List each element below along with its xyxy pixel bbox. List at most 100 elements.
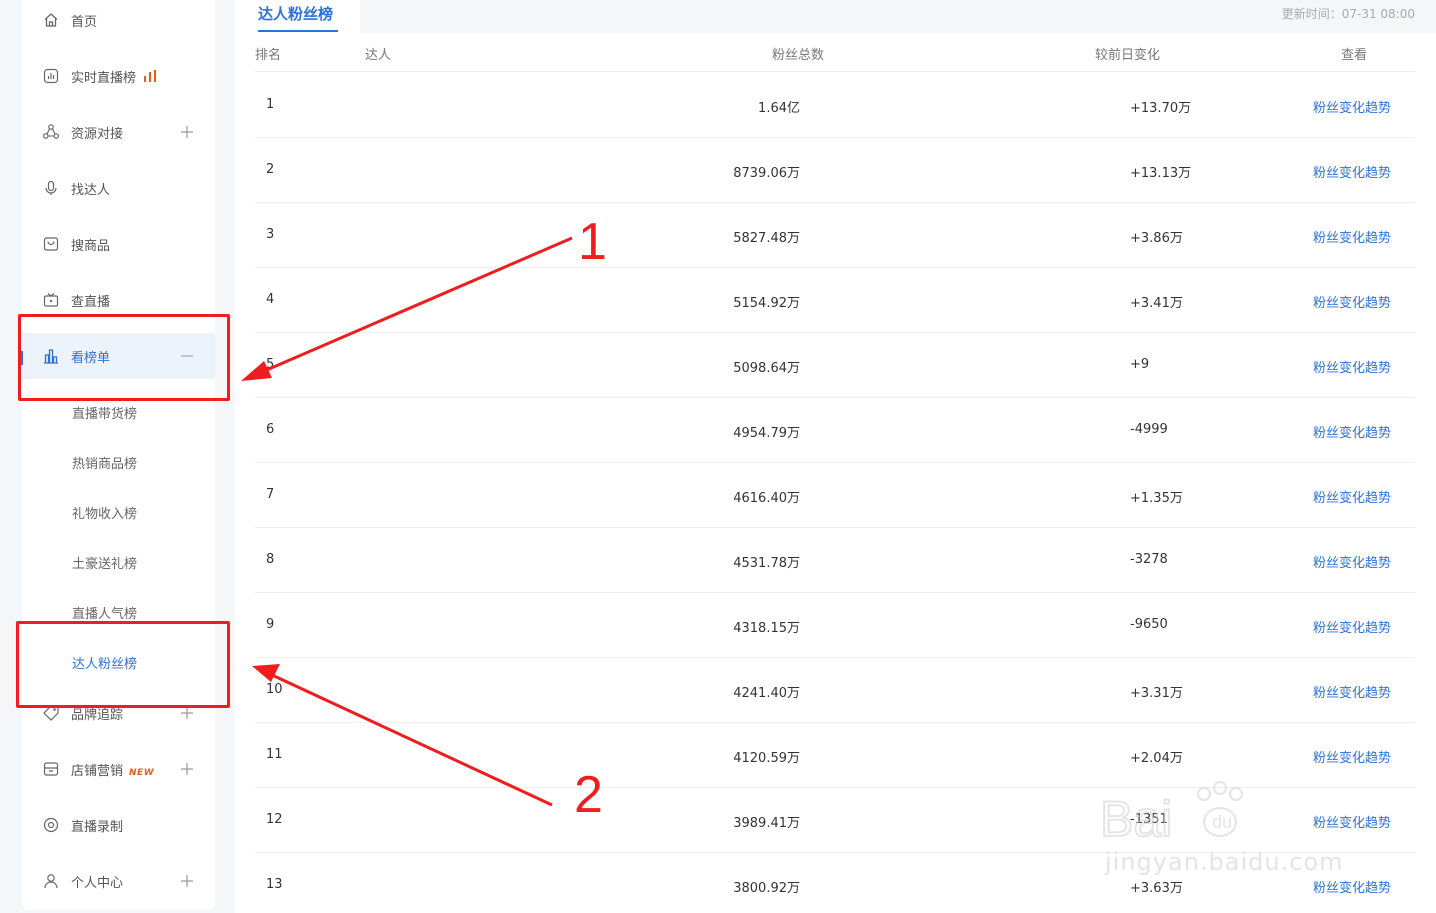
record-icon (42, 816, 60, 834)
sub-item-hot-products[interactable]: 热销商品榜 (72, 453, 137, 472)
user-icon (42, 872, 60, 890)
network-icon (42, 123, 60, 141)
rank-cell: 12 (266, 812, 283, 827)
fans-trend-link[interactable]: 粉丝变化趋势 (1313, 617, 1391, 636)
rank-cell: 10 (266, 682, 283, 697)
rank-cell: 7 (266, 487, 275, 502)
sidebar-item-label: 资源对接 (71, 126, 124, 142)
annotation-number-2: 2 (574, 766, 603, 824)
sub-item-top-gifters[interactable]: 土豪送礼榜 (72, 553, 137, 572)
rank-cell: 8 (266, 552, 275, 567)
fans-trend-link[interactable]: 粉丝变化趋势 (1313, 97, 1391, 116)
expand-plus-icon[interactable] (180, 762, 194, 776)
tab-creator-fans[interactable]: 达人粉丝榜 (235, 0, 360, 33)
fans-value: 4616.40万 (733, 491, 801, 506)
table-row: 4 5154.92万 +3.41万 粉丝变化趋势 (255, 268, 1415, 333)
rank-cell: 11 (266, 747, 283, 762)
annotation-number-1: 1 (578, 213, 607, 271)
table-row: 2 8739.06万 +13.13万 粉丝变化趋势 (255, 138, 1415, 203)
fans-value: 4241.40万 (733, 686, 801, 701)
table-row: 3 5827.48万 +3.86万 粉丝变化趋势 (255, 203, 1415, 268)
sidebar-item-label: 店铺营销 NEW (71, 763, 155, 779)
rank-cell: 4 (266, 292, 275, 307)
highlight-box-creator-fans (16, 621, 230, 708)
table-row: 9 4318.15万 -9650 粉丝变化趋势 (255, 593, 1415, 658)
sidebar-item-label: 找达人 (71, 182, 111, 198)
rank-cell: 13 (266, 877, 283, 892)
tv-icon (42, 291, 60, 309)
rank-cell: 9 (266, 617, 275, 632)
fans-value: 8739.06万 (733, 166, 801, 181)
fans-value: 1.64亿 (758, 101, 801, 116)
sub-item-live-popularity[interactable]: 直播人气榜 (72, 603, 137, 622)
fans-value: 5154.92万 (733, 296, 801, 311)
table-row: 7 4616.40万 +1.35万 粉丝变化趋势 (255, 463, 1415, 528)
expand-plus-icon[interactable] (180, 874, 194, 888)
baidu-watermark-logo: Bai du (1100, 781, 1243, 848)
app-root: 首页 实时直播榜 资源对接 找达人 搜商品 查直播 看榜单 直播带货榜 热销商品… (0, 0, 1436, 913)
column-header-fans: 粉丝总数 (772, 48, 825, 63)
fans-value: 3800.92万 (733, 881, 801, 896)
table-row: 10 4241.40万 +3.31万 粉丝变化趋势 (255, 658, 1415, 723)
sidebar: 首页 实时直播榜 资源对接 找达人 搜商品 查直播 看榜单 直播带货榜 热销商品… (20, 0, 215, 910)
fans-trend-link[interactable]: 粉丝变化趋势 (1313, 487, 1391, 506)
sub-item-live-sales[interactable]: 直播带货榜 (72, 403, 137, 422)
bag-icon (42, 235, 60, 253)
sidebar-item-home[interactable]: 首页 (22, 0, 215, 43)
sidebar-item-resources[interactable]: 资源对接 (22, 109, 215, 155)
fans-trend-link[interactable]: 粉丝变化趋势 (1313, 357, 1391, 376)
rank-cell: 6 (266, 422, 275, 437)
fans-trend-link[interactable]: 粉丝变化趋势 (1313, 162, 1391, 181)
sidebar-item-live-rank[interactable]: 实时直播榜 (22, 53, 215, 99)
fans-value: 3989.41万 (733, 816, 801, 831)
column-header-creator: 达人 (365, 48, 392, 63)
expand-plus-icon[interactable] (180, 706, 194, 720)
column-header-change: 较前日变化 (1095, 48, 1161, 63)
watermark-logo-text: Bai (1100, 791, 1172, 847)
fans-value: 5098.64万 (733, 361, 801, 376)
sidebar-item-label: 搜商品 (71, 238, 111, 254)
main-panel: 达人粉丝榜 更新时间：07-31 08:00 排名 达人 粉丝总数 较前日变化 … (235, 0, 1436, 913)
svg-text:du: du (1212, 812, 1232, 832)
sidebar-item-label: 查直播 (71, 294, 111, 310)
sidebar-item-find-creator[interactable]: 找达人 (22, 165, 215, 211)
microphone-icon (42, 179, 60, 197)
sidebar-item-live-recording[interactable]: 直播录制 (22, 802, 215, 848)
fans-value: 5827.48万 (733, 231, 801, 246)
fans-value: 4120.59万 (733, 751, 801, 766)
live-bars-icon (144, 69, 157, 82)
fans-trend-link[interactable]: 粉丝变化趋势 (1313, 552, 1391, 571)
table-row: 8 4531.78万 -3278 粉丝变化趋势 (255, 528, 1415, 593)
table-row: 1 1.64亿 +13.70万 粉丝变化趋势 (255, 73, 1415, 138)
table-row: 6 4954.79万 -4999 粉丝变化趋势 (255, 398, 1415, 463)
rank-cell: 1 (266, 97, 275, 112)
sidebar-item-personal-center[interactable]: 个人中心 (22, 858, 215, 904)
fans-trend-link[interactable]: 粉丝变化趋势 (1313, 292, 1391, 311)
fans-trend-link[interactable]: 粉丝变化趋势 (1313, 682, 1391, 701)
fans-trend-link[interactable]: 粉丝变化趋势 (1313, 422, 1391, 441)
store-icon (42, 760, 60, 778)
table-header: 排名 达人 粉丝总数 较前日变化 查看 (255, 38, 1415, 72)
fans-value: 4531.78万 (733, 556, 801, 571)
fans-trend-link[interactable]: 粉丝变化趋势 (1313, 227, 1391, 246)
table-row: 5 5098.64万 +9 粉丝变化趋势 (255, 333, 1415, 398)
rank-cell: 3 (266, 227, 275, 242)
top-bar: 达人粉丝榜 更新时间：07-31 08:00 (235, 0, 1436, 33)
sidebar-item-store-marketing[interactable]: 店铺营销 NEW (22, 746, 215, 792)
sidebar-item-search-product[interactable]: 搜商品 (22, 221, 215, 267)
watermark-url: jingyan.baidu.com (1105, 848, 1344, 876)
rank-cell: 2 (266, 162, 275, 177)
fans-value: 4954.79万 (733, 426, 801, 441)
expand-plus-icon[interactable] (180, 125, 194, 139)
home-icon (42, 11, 60, 29)
fans-trend-link[interactable]: 粉丝变化趋势 (1313, 747, 1391, 766)
sidebar-item-label: 个人中心 (71, 875, 124, 891)
sub-item-gift-income[interactable]: 礼物收入榜 (72, 503, 137, 522)
fans-value: 4318.15万 (733, 621, 801, 636)
fans-trend-link[interactable]: 粉丝变化趋势 (1313, 877, 1391, 896)
sidebar-item-label: 直播录制 (71, 819, 124, 835)
tab-label: 达人粉丝榜 (258, 5, 334, 23)
rank-cell: 5 (266, 357, 275, 372)
sidebar-item-label: 实时直播榜 (71, 67, 157, 86)
chart-square-icon (42, 67, 60, 85)
